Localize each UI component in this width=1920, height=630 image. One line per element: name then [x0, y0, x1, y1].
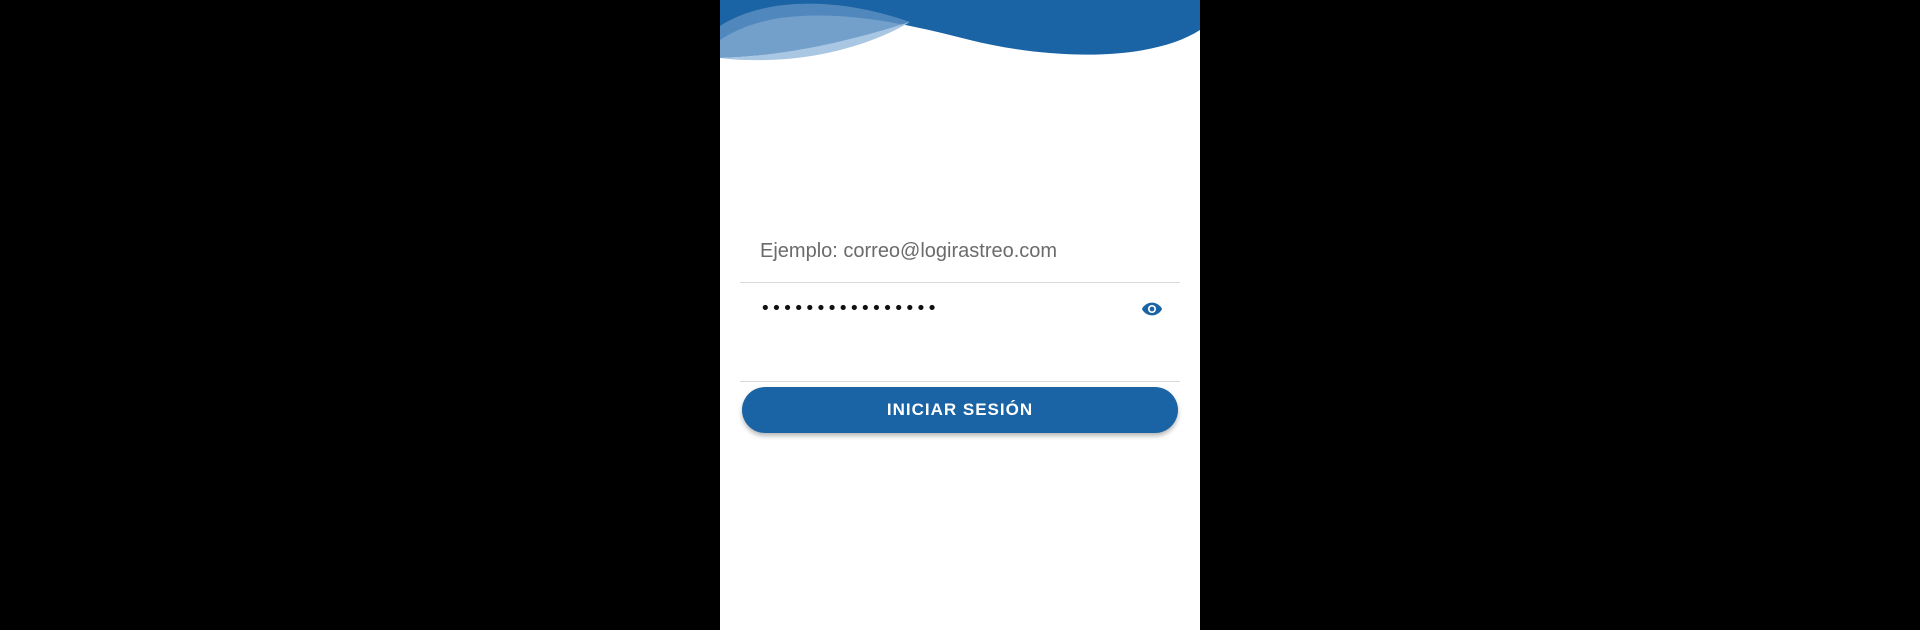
password-masked-value: •••••••••••••••• [760, 298, 938, 319]
login-button-label: INICIAR SESIÓN [886, 400, 1034, 419]
email-field[interactable]: Ejemplo: correo@logirastreo.com [740, 230, 1180, 283]
phone-screen: Ejemplo: correo@logirastreo.com ••••••••… [720, 0, 1200, 630]
password-field[interactable]: •••••••••••••••• [740, 290, 1180, 382]
eye-icon[interactable] [1141, 301, 1163, 317]
email-placeholder: Ejemplo: correo@logirastreo.com [760, 240, 1058, 262]
login-button[interactable]: INICIAR SESIÓN [742, 387, 1178, 433]
header-wave-graphic [720, 0, 1200, 61]
